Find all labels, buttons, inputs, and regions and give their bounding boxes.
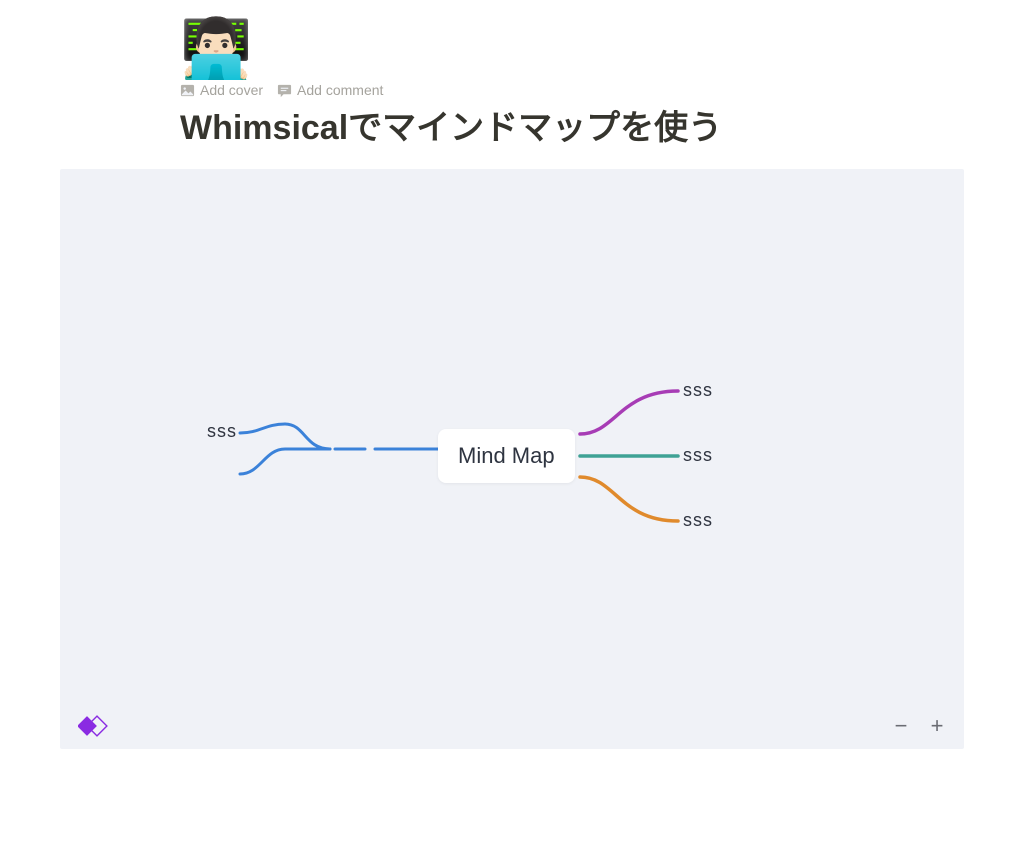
image-icon xyxy=(180,83,195,98)
comment-icon xyxy=(277,83,292,98)
mindmap-connector xyxy=(240,449,330,474)
whimsical-embed[interactable]: sss Mind Map sss sss sss − + xyxy=(60,169,964,749)
add-comment-label: Add comment xyxy=(297,82,383,98)
page-header: 👨🏻‍💻 Add cover Add comment Whimsicalでマイン… xyxy=(0,20,1024,149)
mindmap-connector xyxy=(580,391,678,434)
zoom-in-button[interactable]: + xyxy=(928,715,946,737)
page-icon[interactable]: 👨🏻‍💻 xyxy=(180,20,964,78)
mindmap-node-center[interactable]: Mind Map xyxy=(438,429,575,483)
mindmap-node-left[interactable]: sss xyxy=(207,421,237,442)
mindmap-connector xyxy=(285,424,330,449)
mindmap-node-right-1[interactable]: sss xyxy=(683,380,713,401)
embed-footer: − + xyxy=(78,715,946,737)
page-title[interactable]: Whimsicalでマインドマップを使う xyxy=(180,100,964,149)
zoom-controls: − + xyxy=(892,715,946,737)
zoom-out-button[interactable]: − xyxy=(892,715,910,737)
page-actions-row: Add cover Add comment xyxy=(180,82,964,98)
mindmap-connector xyxy=(240,424,285,433)
page-container: 👨🏻‍💻 Add cover Add comment Whimsicalでマイン… xyxy=(0,0,1024,749)
mindmap-connector xyxy=(580,477,678,521)
whimsical-logo-icon[interactable] xyxy=(78,715,104,737)
add-comment-button[interactable]: Add comment xyxy=(277,82,383,98)
mindmap-node-right-2[interactable]: sss xyxy=(683,445,713,466)
add-cover-button[interactable]: Add cover xyxy=(180,82,263,98)
add-cover-label: Add cover xyxy=(200,82,263,98)
mindmap-node-right-3[interactable]: sss xyxy=(683,510,713,531)
